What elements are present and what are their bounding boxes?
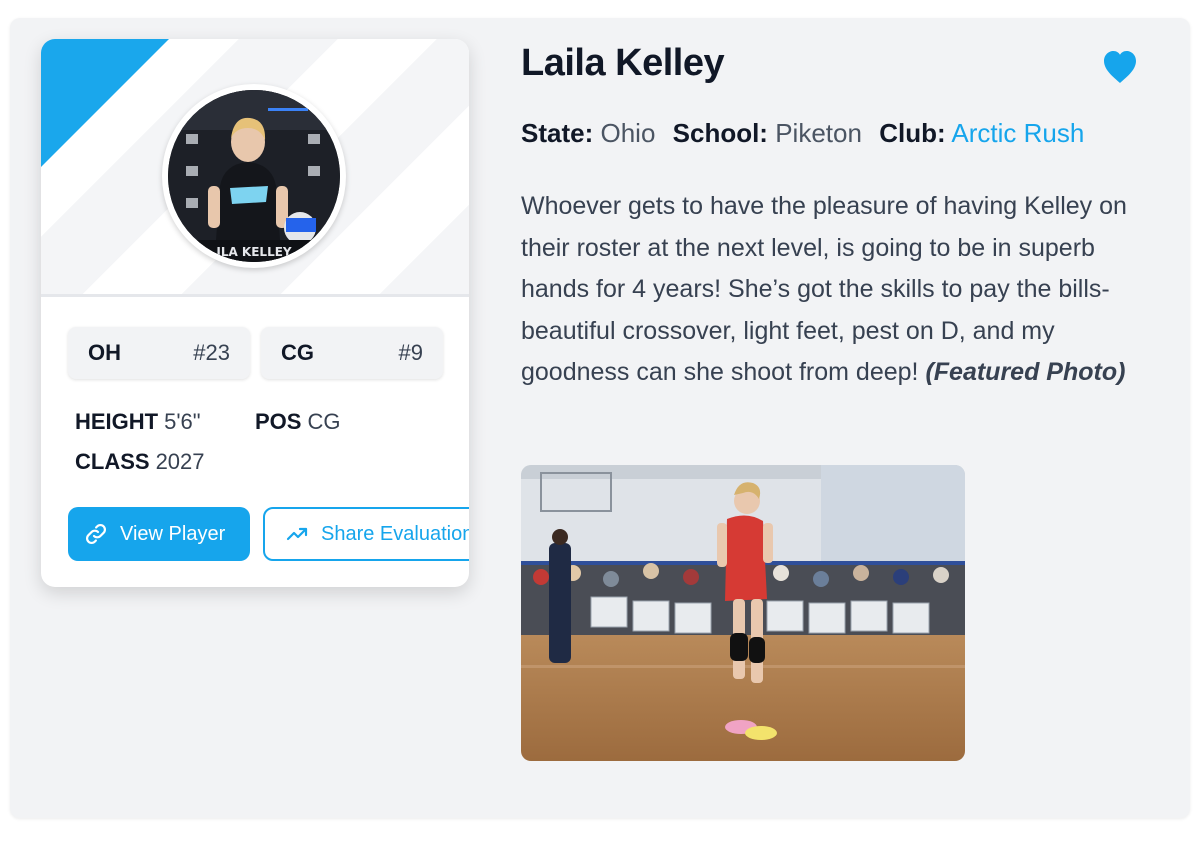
player-name: Laila Kelley (521, 42, 725, 84)
avatar-caption: ILA KELLEY (216, 245, 292, 259)
player-meta: State: Ohio School: Piketon Club: Arctic… (521, 118, 1084, 149)
banner-accent-corner (41, 39, 169, 167)
tag-position-code: CG (281, 340, 314, 365)
class-stat: CLASS 2027 (75, 449, 205, 475)
player-photo-thumbnail: ILA KELLEY (168, 90, 340, 262)
player-card: ILA KELLEY OH #23 CG #9 HEIGHT 5'6" POS CG… (41, 39, 469, 587)
club-label: Club: (879, 118, 946, 148)
class-label: CLASS (75, 449, 150, 474)
position-label: POS (255, 409, 302, 434)
avatar: ILA KELLEY (162, 84, 346, 268)
height-value: 5'6" (164, 409, 201, 434)
evaluation-text: Whoever gets to have the pleasure of hav… (521, 186, 1141, 394)
share-evaluation-label: Share Evaluation (321, 522, 469, 545)
heart-icon[interactable] (1102, 50, 1138, 84)
height-label: HEIGHT (75, 409, 159, 434)
tag-position-number: #9 (398, 340, 423, 365)
school-label: School: (672, 118, 768, 148)
position-value: CG (307, 409, 341, 434)
link-icon (85, 523, 107, 545)
state-label: State: (521, 118, 594, 148)
featured-photo (521, 465, 965, 761)
tag-state-number: #23 (193, 340, 230, 365)
card-banner: ILA KELLEY (41, 39, 469, 297)
position-number-tag: CG #9 (261, 327, 443, 379)
trending-up-icon (286, 527, 308, 541)
tag-state-code: OH (88, 340, 121, 365)
position-stat: POS CG (255, 409, 340, 435)
share-evaluation-button[interactable]: Share Evaluation (263, 507, 469, 561)
view-player-label: View Player (120, 522, 226, 545)
state-value: Ohio (600, 118, 656, 148)
school-value: Piketon (775, 118, 862, 148)
club-link[interactable]: Arctic Rush (951, 118, 1084, 148)
state-number-tag: OH #23 (68, 327, 250, 379)
view-player-button[interactable]: View Player (68, 507, 250, 561)
featured-photo-note: (Featured Photo) (925, 358, 1126, 386)
evaluation-body: Whoever gets to have the pleasure of hav… (521, 192, 1127, 386)
height-stat: HEIGHT 5'6" (75, 409, 201, 435)
class-value: 2027 (155, 449, 205, 474)
